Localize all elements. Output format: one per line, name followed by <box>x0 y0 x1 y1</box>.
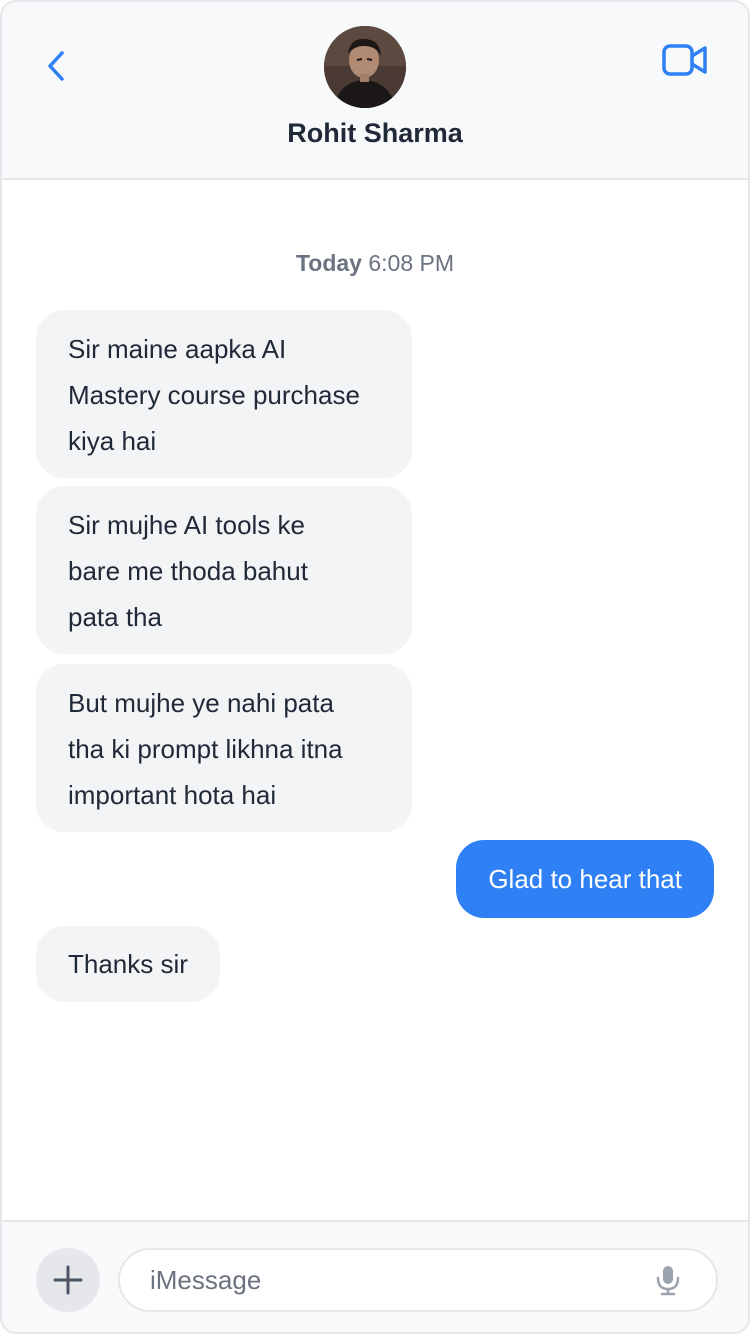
avatar-image <box>324 26 406 108</box>
microphone-button[interactable] <box>650 1262 686 1298</box>
contact-name[interactable]: Rohit Sharma <box>2 118 748 149</box>
message-input[interactable] <box>150 1250 630 1310</box>
message-text-line: Sir maine aapka AI <box>68 334 287 364</box>
message-text-line: Glad to hear that <box>488 864 682 894</box>
message-bubble-incoming[interactable]: But mujhe ye nahi pata tha ki prompt lik… <box>36 664 412 832</box>
avatar[interactable] <box>324 26 406 108</box>
chat-header: Rohit Sharma <box>2 2 748 180</box>
message-bubble-incoming[interactable]: Sir mujhe AI tools ke bare me thoda bahu… <box>36 486 412 654</box>
chevron-left-icon <box>48 51 64 81</box>
message-bubble-incoming[interactable]: Sir maine aapka AI Mastery course purcha… <box>36 310 412 478</box>
message-composer <box>2 1220 748 1332</box>
message-bubble-incoming[interactable]: Thanks sir <box>36 926 220 1002</box>
video-call-button[interactable] <box>660 40 710 80</box>
back-button[interactable] <box>32 42 80 90</box>
microphone-icon <box>656 1266 680 1296</box>
message-text-line: tha ki prompt likhna itna <box>68 734 343 764</box>
timestamp-day: Today <box>295 250 362 276</box>
message-text-line: kiya hai <box>68 426 157 456</box>
message-text-line: important hota hai <box>68 780 277 810</box>
message-text-line: pata tha <box>68 602 162 632</box>
message-text-line: bare me thoda bahut <box>68 556 308 586</box>
message-text-line: Sir mujhe AI tools ke <box>68 510 305 540</box>
chat-window: Rohit Sharma Today 6:08 PM Sir maine aap… <box>0 0 750 1334</box>
message-thread: Today 6:08 PM Sir maine aapka AI Mastery… <box>2 182 748 1220</box>
message-bubble-outgoing[interactable]: Glad to hear that <box>456 840 714 918</box>
message-text-line: Thanks sir <box>68 949 188 979</box>
plus-icon <box>53 1265 83 1295</box>
add-attachment-button[interactable] <box>36 1248 100 1312</box>
timestamp: Today 6:08 PM <box>2 250 748 277</box>
message-text-line: Mastery course purchase <box>68 380 360 410</box>
timestamp-time: 6:08 PM <box>368 250 455 276</box>
video-camera-icon <box>662 44 707 76</box>
message-text-line: But mujhe ye nahi pata <box>68 688 334 718</box>
message-input-container <box>118 1248 718 1312</box>
